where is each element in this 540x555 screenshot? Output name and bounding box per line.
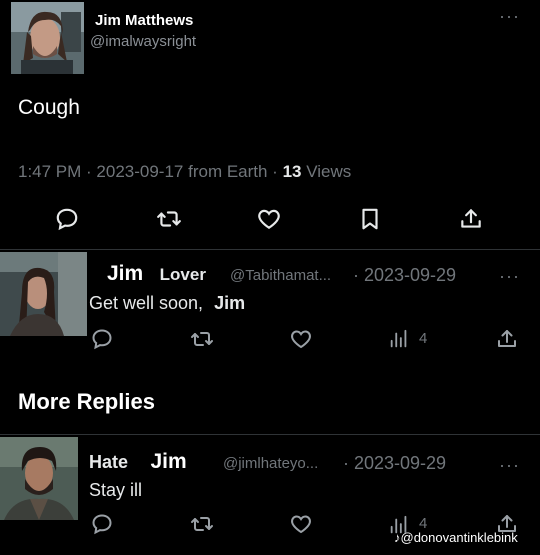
reply1-avatar[interactable] xyxy=(0,252,87,336)
more-dots-icon[interactable]: ··· xyxy=(499,267,520,285)
retweet-icon[interactable] xyxy=(190,512,214,536)
reply1-body-text: Get well soon, xyxy=(89,293,209,313)
author-handle[interactable]: @imalwaysright xyxy=(90,33,196,50)
share-icon[interactable] xyxy=(495,327,519,351)
reply2-handle[interactable]: @jimlhateyo... xyxy=(223,455,318,472)
like-icon[interactable] xyxy=(256,206,282,232)
reply2-name-part1[interactable]: Hate xyxy=(89,452,128,472)
reply2-name-part2[interactable]: Jim xyxy=(150,450,186,473)
tweet-meta: 1:47 PM · 2023-09-17 from Earth · 13 Vie… xyxy=(18,162,351,182)
views-count: 13 xyxy=(282,162,302,181)
tweet-timestamp: 1:47 PM · 2023-09-17 from Earth · xyxy=(18,162,283,181)
reply-icon[interactable] xyxy=(54,206,80,232)
retweet-icon[interactable] xyxy=(190,327,214,351)
more-dots-icon[interactable]: ··· xyxy=(499,7,520,25)
more-replies-title: More Replies xyxy=(18,389,155,414)
share-icon[interactable] xyxy=(458,206,484,232)
divider xyxy=(0,249,540,250)
reply2-author[interactable]: Hate Jim xyxy=(89,450,187,474)
watermark: ♪@donovantinklebink xyxy=(394,530,518,545)
reply1-date: · 2023-09-29 xyxy=(353,265,457,285)
reply2-date: · 2023-09-29 xyxy=(343,453,447,473)
bookmark-icon[interactable] xyxy=(357,206,383,232)
author-avatar[interactable] xyxy=(11,2,84,74)
retweet-icon[interactable] xyxy=(156,206,182,232)
like-icon[interactable] xyxy=(289,327,313,351)
divider xyxy=(0,434,540,435)
reply2-avatar[interactable] xyxy=(0,437,78,520)
reply1-author[interactable]: Jim Lover xyxy=(107,262,206,286)
reply1-body-name: Jim xyxy=(214,293,246,313)
reply-icon[interactable] xyxy=(90,327,114,351)
reply1-handle[interactable]: @Tabithamat... xyxy=(230,267,331,284)
reply1-body: Get well soon, Jim xyxy=(89,293,245,314)
like-icon[interactable] xyxy=(289,512,313,536)
reply2-body: Stay ill xyxy=(89,480,143,500)
reply1-name-part1[interactable]: Jim xyxy=(107,262,143,285)
watermark-text: @donovantinklebink xyxy=(400,530,518,545)
reply1-name-part2[interactable]: Lover xyxy=(160,265,206,284)
reply-icon[interactable] xyxy=(90,512,114,536)
reply1-views: 4 xyxy=(419,330,428,347)
views-label: Views xyxy=(301,162,352,181)
author-name[interactable]: Jim Matthews xyxy=(95,12,193,29)
more-dots-icon[interactable]: ··· xyxy=(499,456,520,474)
bar-chart-icon[interactable] xyxy=(388,328,410,350)
tweet-body: Cough xyxy=(18,96,80,119)
